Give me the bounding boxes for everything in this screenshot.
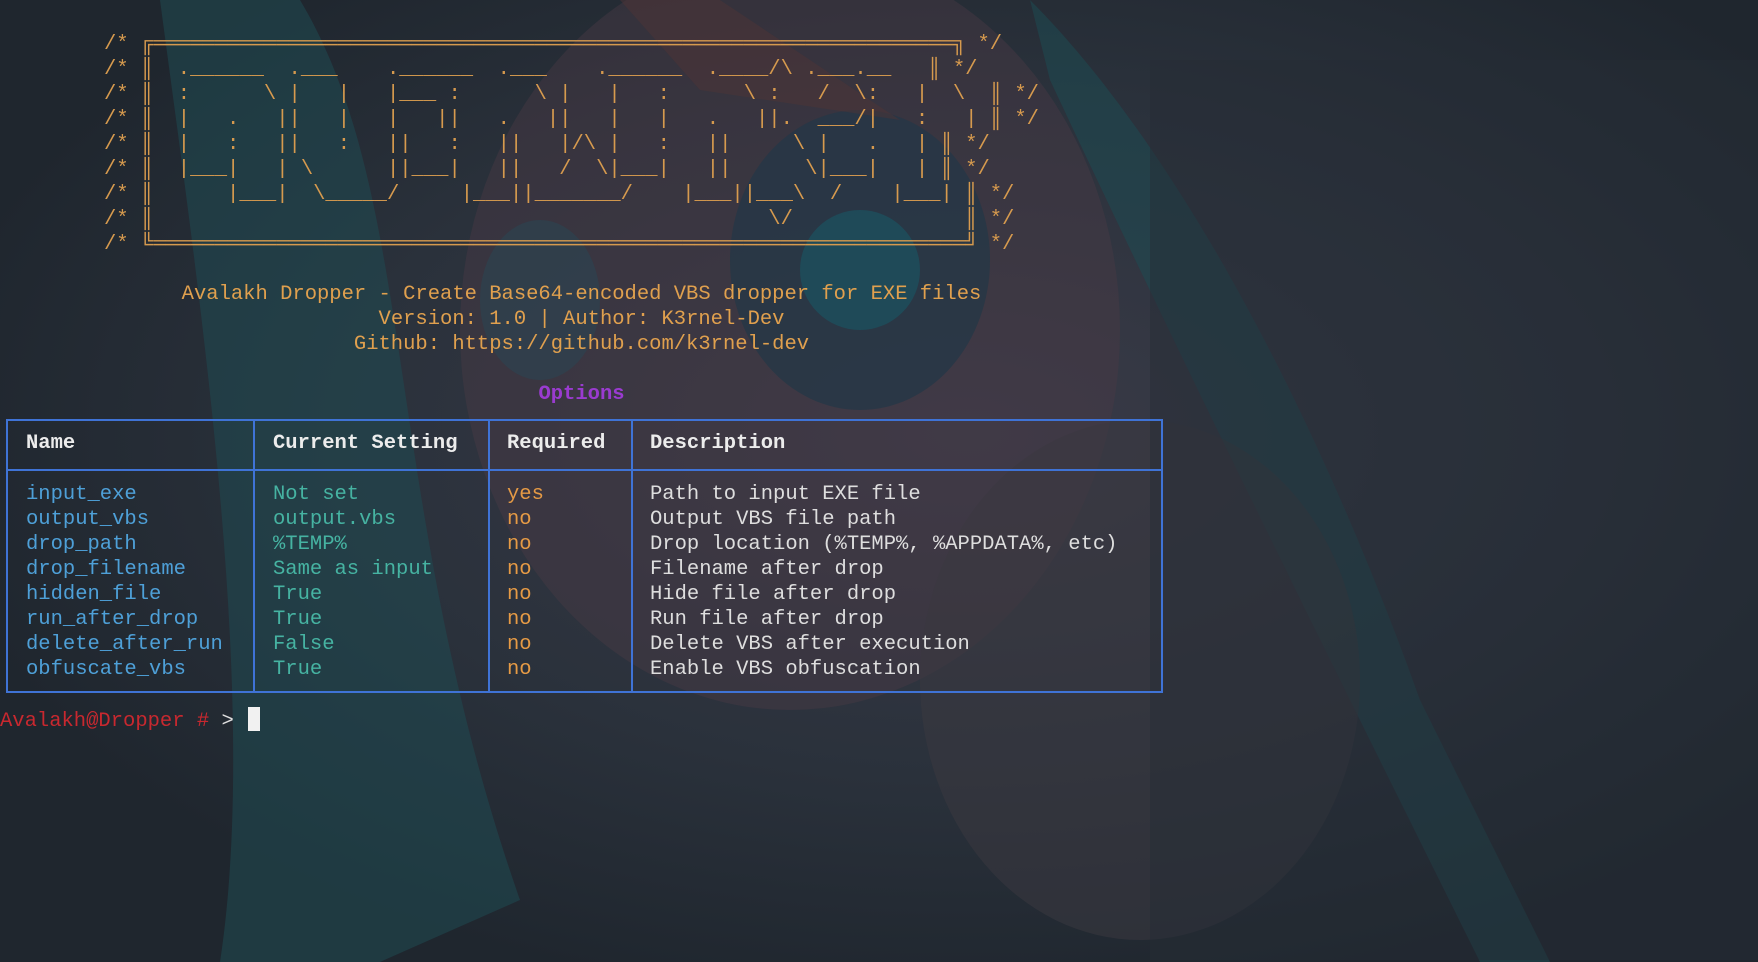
option-name: drop_path: [26, 533, 137, 556]
banner-ascii-line: /* ╔════════════════════════════════════…: [104, 33, 1003, 56]
terminal-window[interactable]: /* ╔════════════════════════════════════…: [0, 0, 1758, 962]
banner-version: Version: 1.0 | Author: K3rnel-Dev: [378, 308, 785, 331]
option-setting: False: [273, 633, 335, 656]
option-required: no: [507, 608, 532, 631]
option-setting: Not set: [273, 483, 360, 506]
option-name: obfuscate_vbs: [26, 658, 186, 681]
option-description: Delete VBS after execution: [650, 633, 970, 656]
prompt-user: Avalakh@Dropper: [0, 710, 185, 733]
option-name: drop_filename: [26, 558, 186, 581]
option-description: Output VBS file path: [650, 508, 897, 531]
banner-ascii-line: /* ║ \/ ║ */: [104, 208, 1015, 231]
option-required: no: [507, 658, 532, 681]
banner-ascii-line: /* ║ | : || : || : || |/\ | : || \ | . |…: [104, 133, 990, 156]
header-divider: [8, 469, 1161, 471]
option-required: no: [507, 633, 532, 656]
banner-ascii-line: /* ║ |___| | \ ||___| || / \|___| || \|_…: [104, 158, 990, 181]
banner-description: Avalakh Dropper - Create Base64-encoded …: [181, 283, 982, 306]
option-name: hidden_file: [26, 583, 162, 606]
option-description: Drop location (%TEMP%, %APPDATA%, etc): [650, 533, 1118, 556]
command-prompt[interactable]: Avalakh@Dropper # >: [0, 707, 260, 734]
option-description: Path to input EXE file: [650, 483, 921, 506]
option-setting: True: [273, 583, 323, 606]
column-divider: [253, 421, 255, 691]
banner-ascii-line: /* ║ : \ | | |___ : \ | | : \ : / \: | \…: [104, 83, 1039, 106]
banner-github: Github: https://github.com/k3rnel-dev: [353, 333, 810, 356]
option-required: no: [507, 508, 532, 531]
option-setting: True: [273, 608, 323, 631]
option-setting: True: [273, 658, 323, 681]
option-name: run_after_drop: [26, 608, 199, 631]
option-description: Filename after drop: [650, 558, 884, 581]
column-header-required: Required: [507, 432, 606, 455]
option-required: no: [507, 533, 532, 556]
banner-ascii-line: /* ║ | . || | | || . || | | . ||. ___/| …: [104, 108, 1039, 131]
banner-ascii-line: /* ║ |___| \_____/ |___||_______/ |___||…: [104, 183, 1015, 206]
column-header-name: Name: [26, 432, 76, 455]
option-name: delete_after_run: [26, 633, 223, 656]
option-setting: Same as input: [273, 558, 433, 581]
prompt-arrow: >: [221, 710, 234, 733]
option-required: yes: [507, 483, 544, 506]
option-required: no: [507, 583, 532, 606]
column-header-description: Description: [650, 432, 786, 455]
option-name: output_vbs: [26, 508, 150, 531]
option-description: Enable VBS obfuscation: [650, 658, 921, 681]
option-name: input_exe: [26, 483, 137, 506]
column-divider: [631, 421, 633, 691]
option-description: Hide file after drop: [650, 583, 897, 606]
text-cursor[interactable]: [247, 707, 260, 731]
option-required: no: [507, 558, 532, 581]
column-header-setting: Current Setting: [273, 432, 458, 455]
options-title: Options: [538, 383, 625, 406]
prompt-hash: #: [196, 710, 210, 733]
option-description: Run file after drop: [650, 608, 884, 631]
banner-ascii-line: /* ╚════════════════════════════════════…: [104, 233, 1015, 256]
column-divider: [488, 421, 490, 691]
banner-ascii-line: /* ║ .______ .___ .______ .___ .______ .…: [104, 58, 978, 81]
option-setting: %TEMP%: [273, 533, 347, 556]
option-setting: output.vbs: [273, 508, 397, 531]
